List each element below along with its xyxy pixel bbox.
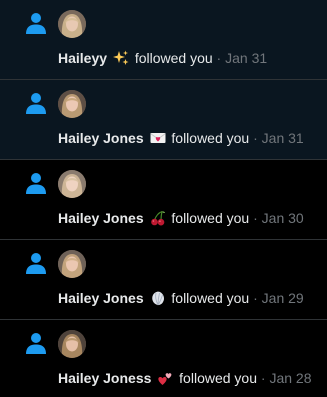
person-icon	[24, 171, 48, 195]
separator: ·	[253, 210, 258, 226]
separator: ·	[216, 50, 222, 66]
shell-emoji-icon	[150, 290, 166, 306]
user-name[interactable]: Hailey Jones	[58, 210, 144, 226]
timestamp: Jan 29	[261, 290, 304, 306]
notification-text: Hailey Jones followed you · Jan 29	[58, 289, 304, 307]
notification-text: Hailey Joness followed you · Jan 28	[58, 369, 312, 387]
avatar[interactable]	[58, 170, 86, 198]
action-text: followed you	[171, 210, 250, 226]
person-icon	[24, 331, 48, 355]
person-icon	[24, 251, 48, 275]
notification-item[interactable]: Haileyy followed you · Jan 31	[0, 0, 327, 80]
user-name[interactable]: Hailey Joness	[58, 370, 151, 386]
notification-item[interactable]: Hailey Jones followed you · Jan 30	[0, 160, 327, 240]
notification-item[interactable]: Hailey Joness followed you · Jan 28	[0, 320, 327, 397]
avatar[interactable]	[58, 250, 86, 278]
love-letter-emoji-icon	[149, 130, 166, 146]
user-name[interactable]: Hailey Jones	[58, 130, 144, 146]
two-hearts-emoji-icon	[157, 370, 173, 386]
sparkles-emoji-icon	[112, 50, 129, 66]
notification-item[interactable]: Hailey Jones followed you · Jan 29	[0, 240, 327, 320]
separator: ·	[253, 130, 258, 146]
user-name[interactable]: Hailey Jones	[58, 290, 144, 306]
notification-item[interactable]: Hailey Jones followed you · Jan 31	[0, 80, 327, 160]
cherries-emoji-icon	[150, 210, 166, 226]
timestamp: Jan 30	[261, 210, 304, 226]
avatar[interactable]	[58, 90, 86, 118]
action-text: followed you	[179, 370, 257, 386]
person-icon	[24, 11, 48, 35]
action-text: followed you	[171, 290, 250, 306]
notification-text: Hailey Jones followed you · Jan 30	[58, 209, 304, 227]
separator: ·	[253, 290, 258, 306]
avatar[interactable]	[58, 330, 86, 358]
separator: ·	[260, 370, 266, 386]
timestamp: Jan 28	[269, 370, 312, 386]
notification-text: Hailey Jones followed you · Jan 31	[58, 129, 304, 147]
notification-text: Haileyy followed you · Jan 31	[58, 49, 267, 67]
action-text: followed you	[134, 50, 213, 66]
timestamp: Jan 31	[261, 130, 304, 146]
user-name[interactable]: Haileyy	[58, 50, 107, 66]
timestamp: Jan 31	[225, 50, 268, 66]
person-icon	[24, 91, 48, 115]
action-text: followed you	[171, 130, 250, 146]
avatar[interactable]	[58, 10, 86, 38]
